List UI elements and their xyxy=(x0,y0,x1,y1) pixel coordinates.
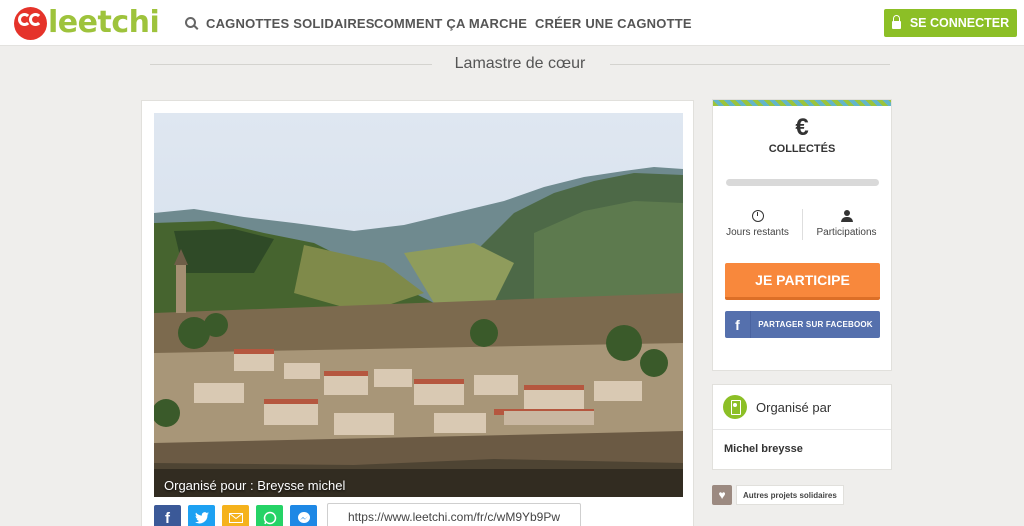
logo-text: leetchi xyxy=(48,5,160,40)
top-header: leetchi CAGNOTTES SOLIDAIRES COMMENT ÇA … xyxy=(0,0,1024,46)
nav-solidarity-pools[interactable]: CAGNOTTES SOLIDAIRES xyxy=(185,0,375,46)
share-on-facebook-button[interactable]: f PARTAGER SUR FACEBOOK xyxy=(725,311,880,338)
heart-icon: ♥ xyxy=(712,485,732,505)
days-remaining-label: Jours restants xyxy=(726,227,789,238)
badge-icon xyxy=(723,395,747,419)
messenger-icon[interactable] xyxy=(290,505,317,526)
leetchi-logo[interactable]: leetchi xyxy=(14,5,160,40)
mail-icon[interactable] xyxy=(222,505,249,526)
logo-mark-icon xyxy=(14,6,47,40)
search-icon xyxy=(185,16,196,28)
lock-icon xyxy=(891,15,901,29)
days-remaining: Jours restants xyxy=(713,210,802,238)
photo-caption: Organisé pour : Breysse michel xyxy=(164,478,346,493)
participations-label: Participations xyxy=(816,227,877,238)
whatsapp-icon[interactable] xyxy=(256,505,283,526)
nav-create-pool-label: CRÉER UNE CAGNOTTE xyxy=(535,15,692,31)
login-button-label: SE CONNECTER xyxy=(909,16,1010,30)
card-stripe xyxy=(713,100,891,106)
nav-solidarity-pools-label: CAGNOTTES SOLIDAIRES xyxy=(206,15,375,31)
title-row: Lamastre de cœur xyxy=(150,52,890,76)
village-landscape-image xyxy=(154,113,683,497)
share-url-field[interactable]: https://www.leetchi.com/fr/c/wM9Yb9Pw xyxy=(327,503,581,526)
twitter-icon[interactable] xyxy=(188,505,215,526)
other-projects-label: Autres projets solidaires xyxy=(736,485,844,505)
nav-how-it-works-label: COMMENT ÇA MARCHE xyxy=(374,15,528,31)
organiser-header: Organisé par xyxy=(713,385,891,430)
pool-main-card: Organisé pour : Breysse michel f https:/… xyxy=(141,100,694,526)
organiser-title: Organisé par xyxy=(756,399,832,415)
currency-symbol: € xyxy=(795,114,809,141)
pool-photo: Organisé pour : Breysse michel xyxy=(154,113,683,497)
share-buttons: f xyxy=(154,505,324,526)
participations: Participations xyxy=(802,210,891,238)
nav-how-it-works[interactable]: COMMENT ÇA MARCHE xyxy=(374,0,527,46)
facebook-icon[interactable]: f xyxy=(154,505,181,526)
facebook-icon: f xyxy=(725,311,751,338)
clock-icon xyxy=(751,210,764,222)
organiser-card: Organisé par Michel breysse xyxy=(712,384,892,470)
user-icon xyxy=(840,210,853,222)
collected-label: COLLECTÉS xyxy=(768,143,836,155)
login-button[interactable]: SE CONNECTER xyxy=(884,9,1017,37)
participate-button[interactable]: JE PARTICIPE xyxy=(725,263,880,300)
other-projects-link[interactable]: ♥ Autres projets solidaires xyxy=(712,485,844,505)
share-on-facebook-label: PARTAGER SUR FACEBOOK xyxy=(758,320,873,329)
nav-create-pool[interactable]: CRÉER UNE CAGNOTTE xyxy=(535,0,692,46)
organiser-name[interactable]: Michel breysse xyxy=(724,443,803,455)
collection-summary-card: € COLLECTÉS Jours restants Participation… xyxy=(712,99,892,371)
progress-bar xyxy=(726,179,879,186)
title-divider-right xyxy=(610,64,890,65)
